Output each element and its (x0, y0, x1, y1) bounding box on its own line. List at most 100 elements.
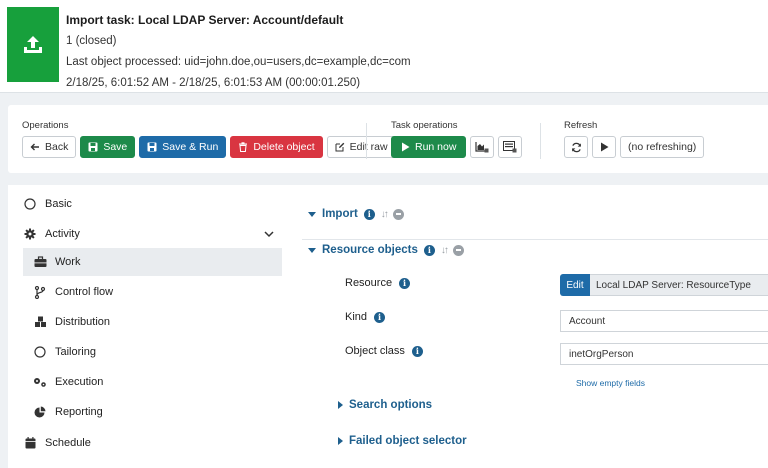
task-chart-button[interactable] (470, 136, 495, 158)
kind-select[interactable]: Account (560, 310, 768, 332)
save-label: Save (103, 141, 128, 153)
task-header: Import task: Local LDAP Server: Account/… (0, 0, 768, 93)
info-icon[interactable]: i (411, 345, 423, 357)
operations-label: Operations (22, 120, 69, 131)
import-section-title: Import (322, 208, 358, 220)
save-icon (88, 142, 98, 152)
save-icon (147, 142, 157, 152)
task-title: Import task: Local LDAP Server: Account/… (66, 13, 344, 27)
failed-object-selector-title: Failed object selector (349, 435, 467, 447)
time-range: 2/18/25, 6:01:52 AM - 2/18/25, 6:01:53 A… (66, 77, 361, 89)
sidebar-item-label: Activity (45, 228, 80, 240)
info-icon[interactable]: i (374, 311, 386, 323)
sort-icon[interactable]: ↓↑ (381, 209, 389, 220)
resource-objects-section-header[interactable]: Resource objects i ↓↑ (308, 244, 464, 256)
show-empty-fields-link[interactable]: Show empty fields (576, 378, 645, 388)
briefcase-icon (33, 255, 47, 269)
delete-object-button[interactable]: Delete object (230, 136, 323, 158)
caret-right-icon (338, 437, 343, 445)
resource-label: Resource (345, 277, 393, 289)
auto-refresh-play-button[interactable] (592, 136, 616, 158)
resource-field: Edit Local LDAP Server: ResourceType (560, 274, 768, 296)
upload-icon (7, 7, 59, 82)
cubes-icon (33, 315, 47, 329)
sidebar-item-label: Basic (45, 198, 72, 210)
info-icon[interactable]: i (399, 277, 411, 289)
import-section-header[interactable]: Import i ↓↑ (308, 208, 404, 220)
edit-icon (335, 142, 344, 152)
sidebar-item-schedule[interactable]: Schedule (8, 429, 282, 457)
no-refreshing-label: (no refreshing) (628, 141, 697, 153)
kind-field-label: Kind i (345, 311, 386, 323)
search-options-title: Search options (349, 399, 433, 411)
collapse-icon[interactable] (392, 208, 404, 220)
sidebar-item-label: Work (55, 256, 81, 268)
collapse-icon[interactable] (452, 244, 464, 256)
sidebar-nav: Basic Activity Work Control flow Distrib… (8, 185, 287, 468)
sidebar-item-control-flow[interactable]: Control flow (23, 278, 282, 306)
toolbar: Operations Back Save Save & Run Delete o… (8, 105, 768, 173)
task-status: 1 (closed) (66, 35, 117, 47)
object-class-label: Object class (345, 345, 405, 357)
info-icon[interactable]: i (363, 208, 375, 220)
calendar-icon (23, 436, 37, 450)
refresh-label: Refresh (564, 120, 598, 131)
section-divider (302, 239, 768, 240)
caret-down-icon (308, 211, 316, 217)
refresh-interval-button[interactable]: (no refreshing) (620, 136, 705, 158)
sidebar-item-label: Reporting (55, 406, 103, 418)
main-content: Import i ↓↑ Resource objects i ↓↑ Resour… (287, 185, 768, 468)
sidebar-item-label: Execution (55, 376, 104, 388)
circle-outline-icon (23, 197, 37, 211)
edit-raw-label: Edit raw (349, 141, 388, 153)
delete-object-label: Delete object (253, 141, 315, 153)
kind-label: Kind (345, 311, 368, 323)
sidebar-item-reporting[interactable]: Reporting (23, 398, 282, 426)
sort-icon[interactable]: ↓↑ (441, 245, 449, 256)
object-class-input[interactable]: inetOrgPerson (560, 343, 768, 365)
resource-field-label: Resource i (345, 277, 411, 289)
back-button[interactable]: Back (22, 136, 77, 158)
task-operations-group: Task operations Run now (391, 120, 523, 158)
sidebar-item-work[interactable]: Work (23, 248, 282, 276)
save-button[interactable]: Save (80, 136, 136, 158)
gear-icon (23, 227, 37, 241)
run-now-label: Run now (415, 141, 457, 153)
resource-value: Local LDAP Server: ResourceType (590, 274, 768, 296)
refresh-icon (571, 142, 581, 152)
run-now-button[interactable]: Run now (391, 136, 467, 158)
area-chart-icon (475, 142, 489, 153)
toolbar-divider (366, 123, 367, 159)
task-list-button[interactable] (498, 136, 523, 158)
operations-group: Operations Back Save Save & Run Delete o… (22, 120, 396, 158)
edit-raw-button[interactable]: Edit raw (326, 136, 396, 158)
caret-right-icon (338, 401, 343, 409)
play-icon (402, 142, 410, 152)
info-icon[interactable]: i (423, 244, 435, 256)
refresh-group: Refresh (no refreshing) (564, 120, 705, 158)
caret-down-icon (308, 247, 316, 253)
task-operations-label: Task operations (391, 120, 458, 131)
gears-icon (33, 375, 47, 389)
search-options-section-header[interactable]: Search options (338, 399, 432, 411)
sidebar-item-activity[interactable]: Activity (8, 220, 282, 248)
last-object-processed: Last object processed: uid=john.doe,ou=u… (66, 56, 411, 68)
failed-object-selector-section-header[interactable]: Failed object selector (338, 435, 467, 447)
branch-icon (33, 285, 47, 299)
circle-outline-icon (33, 345, 47, 359)
play-icon (600, 142, 608, 152)
refresh-button[interactable] (564, 136, 588, 158)
object-class-field-label: Object class i (345, 345, 423, 357)
save-and-run-label: Save & Run (162, 141, 219, 153)
sidebar-item-basic[interactable]: Basic (8, 190, 282, 218)
list-alt-icon (503, 141, 517, 153)
save-and-run-button[interactable]: Save & Run (139, 136, 227, 158)
sidebar-item-execution[interactable]: Execution (23, 368, 282, 396)
sidebar-item-tailoring[interactable]: Tailoring (23, 338, 282, 366)
resource-objects-section-title: Resource objects (322, 244, 418, 256)
edit-resource-button[interactable]: Edit (560, 274, 590, 296)
chevron-down-icon[interactable] (264, 229, 274, 241)
arrow-left-icon (30, 143, 39, 151)
sidebar-item-label: Schedule (45, 437, 91, 449)
sidebar-item-distribution[interactable]: Distribution (23, 308, 282, 336)
